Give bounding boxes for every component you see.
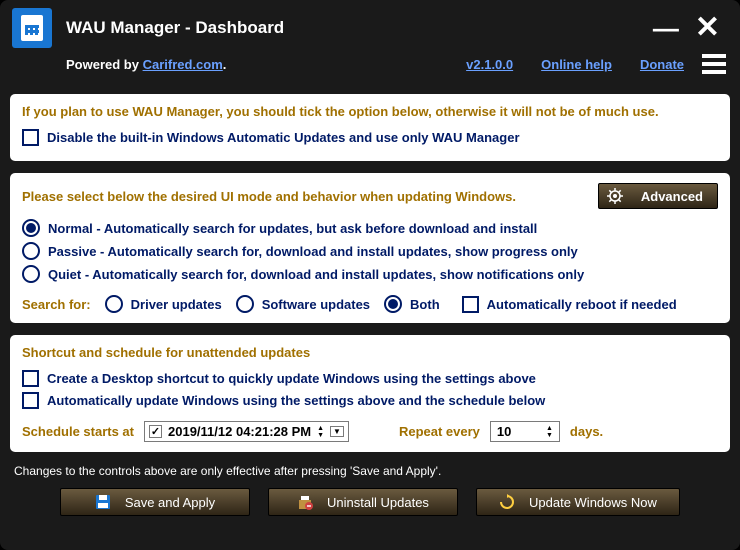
- mode-quiet-label: Quiet - Automatically search for, downlo…: [48, 267, 584, 282]
- search-driver-label: Driver updates: [131, 297, 222, 312]
- mode-passive-label: Passive - Automatically search for, down…: [48, 244, 578, 259]
- schedule-enable-check[interactable]: ✓: [149, 425, 162, 438]
- close-button[interactable]: ✕: [687, 13, 728, 43]
- app-logo-icon: [12, 8, 52, 48]
- mode-quiet-radio[interactable]: [22, 265, 40, 283]
- auto-update-checkbox[interactable]: [22, 392, 39, 409]
- update-now-button[interactable]: Update Windows Now: [476, 488, 680, 516]
- carifred-link[interactable]: Carifred.com: [143, 57, 223, 72]
- mode-normal-label: Normal - Automatically search for update…: [48, 221, 537, 236]
- uninstall-updates-button[interactable]: Uninstall Updates: [268, 488, 458, 516]
- create-shortcut-label: Create a Desktop shortcut to quickly upd…: [47, 371, 536, 386]
- auto-reboot-checkbox[interactable]: [462, 296, 479, 313]
- create-shortcut-checkbox[interactable]: [22, 370, 39, 387]
- donate-link[interactable]: Donate: [640, 57, 684, 72]
- search-software-label: Software updates: [262, 297, 370, 312]
- schedule-panel: Shortcut and schedule for unattended upd…: [10, 335, 730, 452]
- hamburger-menu-icon[interactable]: [702, 50, 726, 78]
- window-title: WAU Manager - Dashboard: [66, 18, 645, 38]
- uninstall-icon: [297, 494, 313, 510]
- powered-by-label: Powered by Carifred.com.: [66, 57, 226, 72]
- online-help-link[interactable]: Online help: [541, 57, 612, 72]
- search-software-radio[interactable]: [236, 295, 254, 313]
- schedule-datetime-picker[interactable]: ✓ 2019/11/12 04:21:28 PM ▲▼ ▼: [144, 421, 349, 442]
- mode-passive-radio[interactable]: [22, 242, 40, 260]
- calendar-dropdown-icon[interactable]: ▼: [330, 426, 344, 437]
- refresh-icon: [499, 494, 515, 510]
- disable-builtin-checkbox[interactable]: [22, 129, 39, 146]
- repeat-label: Repeat every: [399, 424, 480, 439]
- search-driver-radio[interactable]: [105, 295, 123, 313]
- auto-update-label: Automatically update Windows using the s…: [47, 393, 545, 408]
- repeat-spinner[interactable]: ▲▼: [546, 425, 553, 439]
- gear-icon: [607, 188, 623, 204]
- advanced-button[interactable]: Advanced: [598, 183, 718, 209]
- panel3-hint: Shortcut and schedule for unattended upd…: [22, 345, 718, 360]
- ui-mode-panel: Please select below the desired UI mode …: [10, 173, 730, 323]
- disable-updates-panel: If you plan to use WAU Manager, you shou…: [10, 94, 730, 161]
- repeat-suffix: days.: [570, 424, 603, 439]
- auto-reboot-label: Automatically reboot if needed: [487, 297, 677, 312]
- panel1-hint: If you plan to use WAU Manager, you shou…: [22, 104, 718, 119]
- mode-normal-radio[interactable]: [22, 219, 40, 237]
- search-for-label: Search for:: [22, 297, 91, 312]
- save-apply-button[interactable]: Save and Apply: [60, 488, 250, 516]
- version-link[interactable]: v2.1.0.0: [466, 57, 513, 72]
- schedule-prefix-label: Schedule starts at: [22, 424, 134, 439]
- datetime-spinner[interactable]: ▲▼: [317, 425, 324, 439]
- save-icon: [95, 494, 111, 510]
- repeat-value: 10: [497, 424, 511, 439]
- footer-note: Changes to the controls above are only e…: [0, 458, 740, 482]
- search-both-radio[interactable]: [384, 295, 402, 313]
- repeat-days-stepper[interactable]: 10 ▲▼: [490, 421, 560, 442]
- panel2-hint: Please select below the desired UI mode …: [22, 189, 598, 204]
- disable-builtin-label: Disable the built-in Windows Automatic U…: [47, 130, 520, 145]
- search-both-label: Both: [410, 297, 440, 312]
- minimize-button[interactable]: —: [645, 15, 687, 41]
- schedule-datetime-value: 2019/11/12 04:21:28 PM: [168, 424, 311, 439]
